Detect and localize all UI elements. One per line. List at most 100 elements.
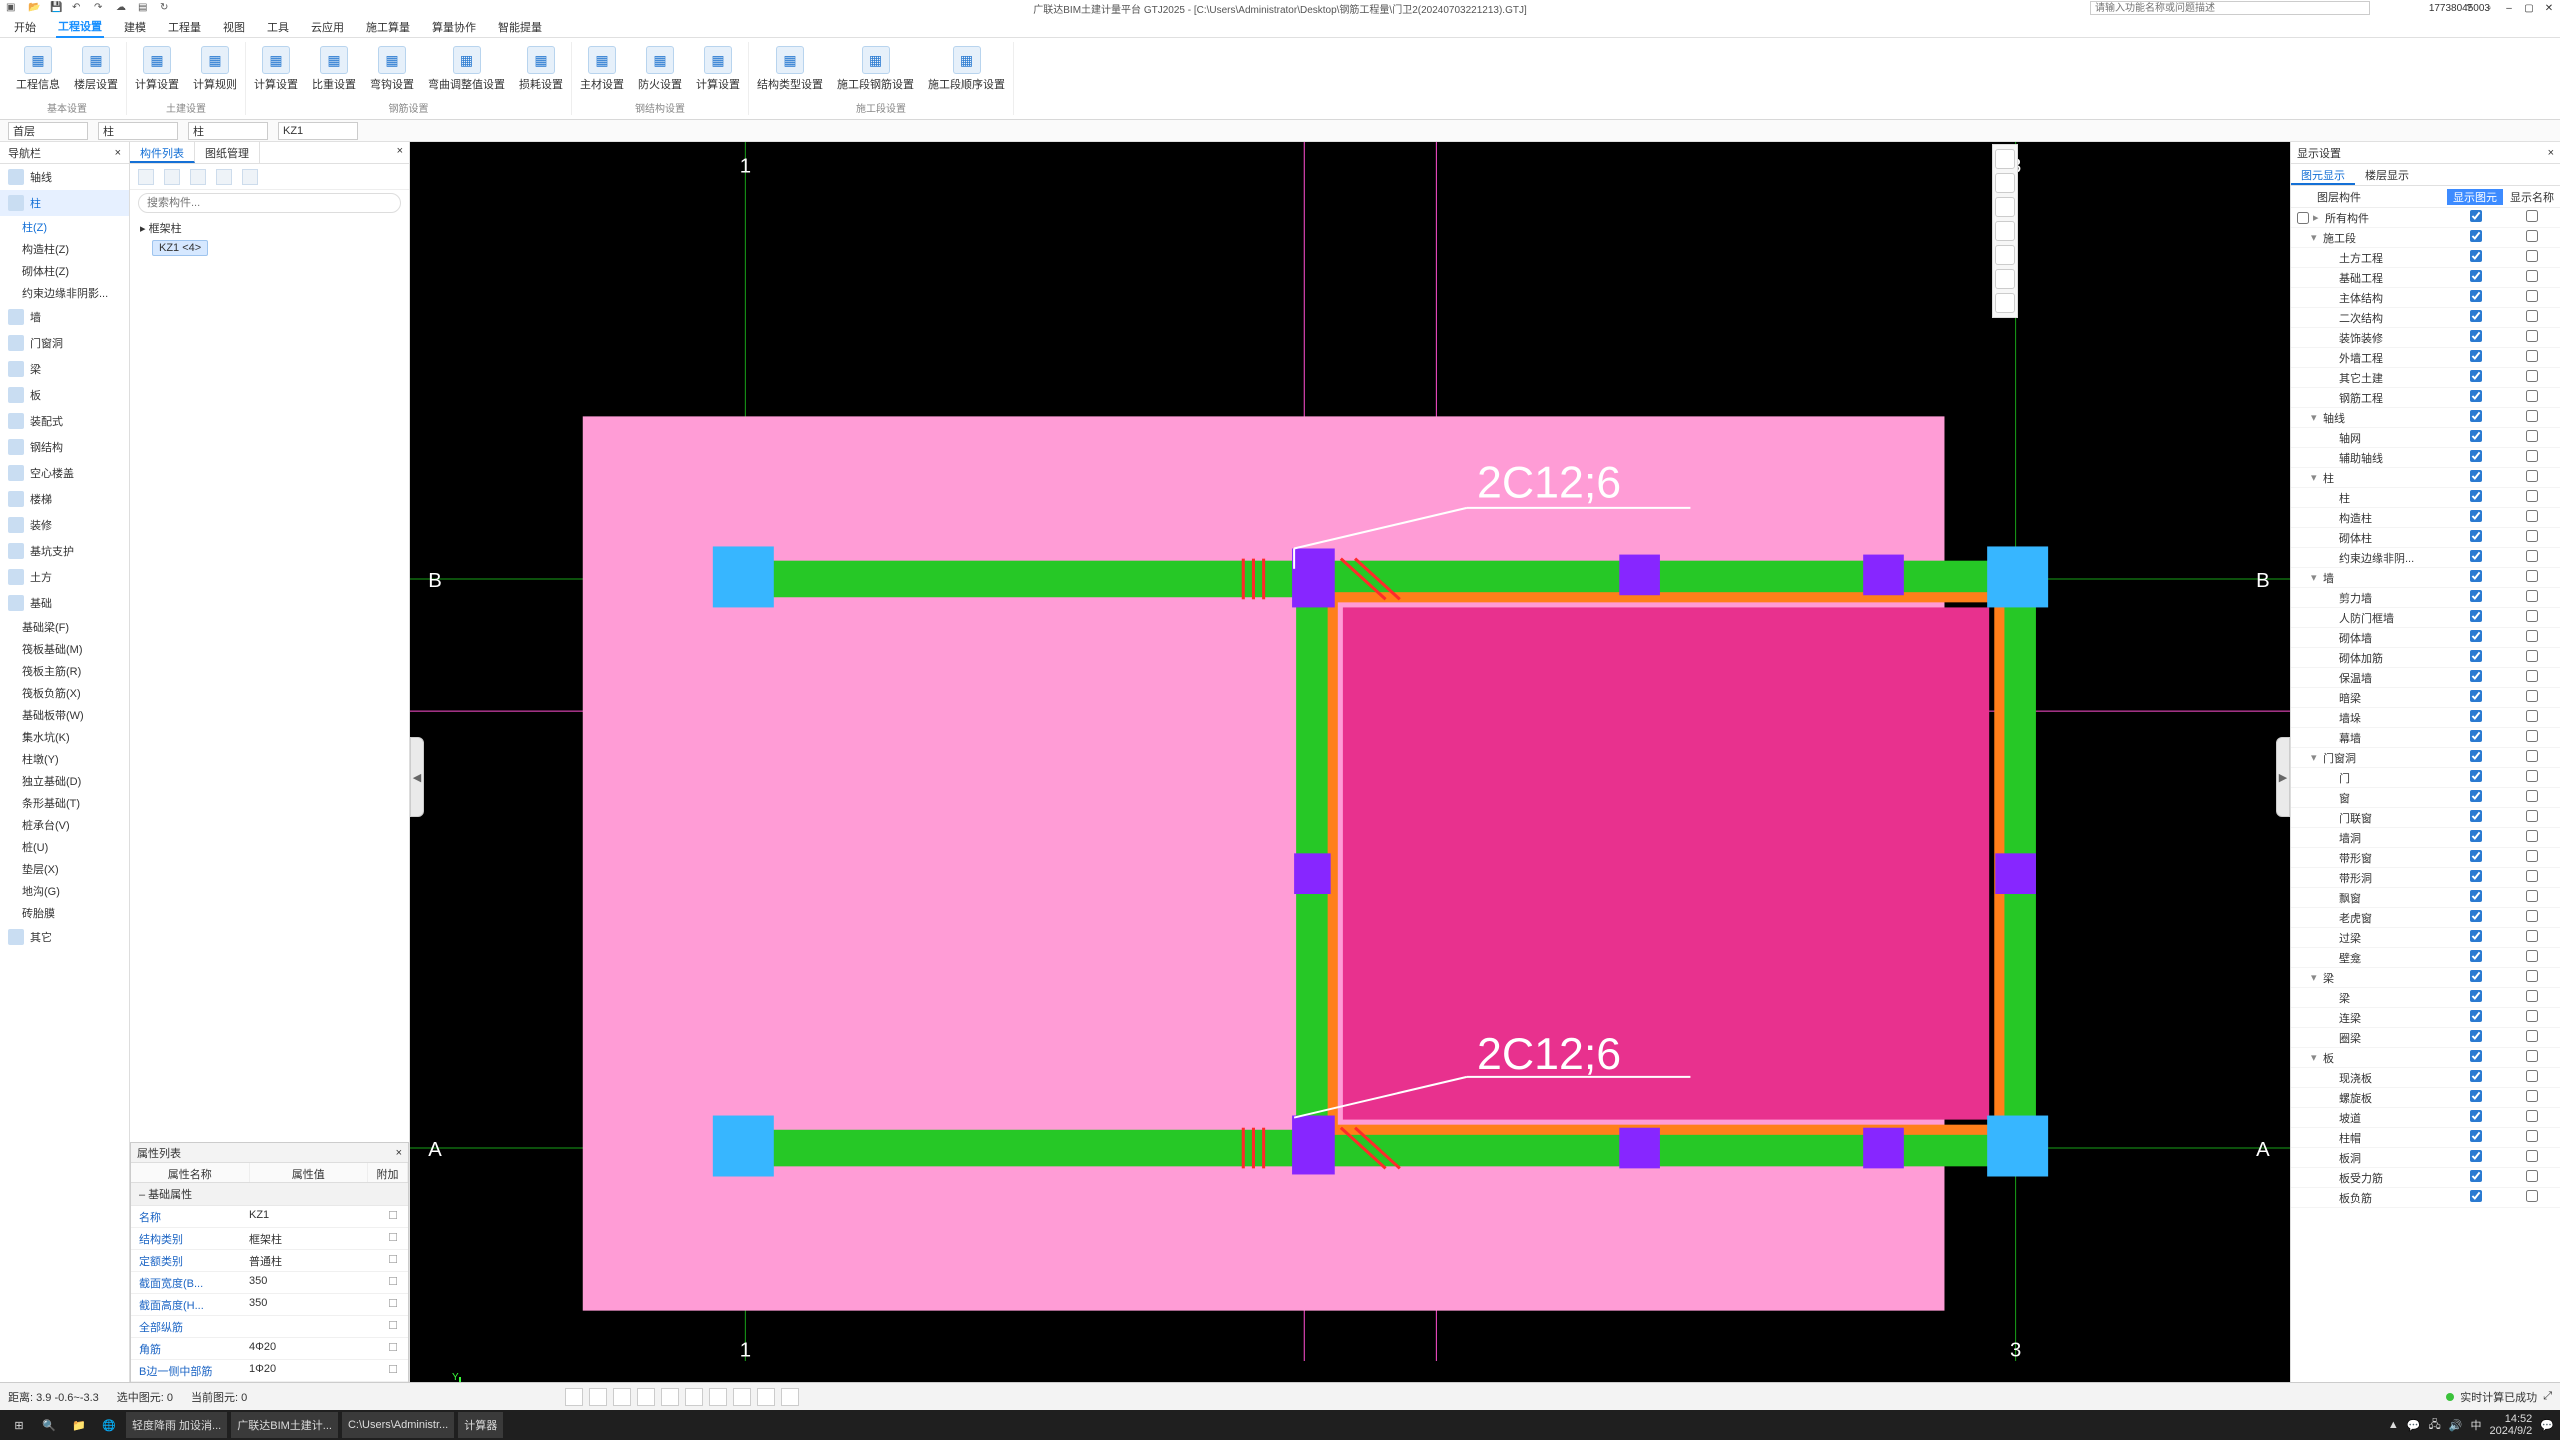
show-element-checkbox[interactable] [2470, 910, 2482, 922]
nav-panel-close-icon[interactable]: × [115, 147, 121, 159]
display-row-43[interactable]: 现浇板 [2291, 1068, 2560, 1088]
start-button[interactable]: ⊞ [6, 1412, 32, 1438]
show-name-checkbox[interactable] [2526, 450, 2538, 462]
snap-tool-5[interactable] [661, 1388, 679, 1406]
delete-component-icon[interactable] [190, 169, 206, 185]
ribbon-btn-3-0[interactable]: ▦主材设置 [580, 46, 624, 92]
display-row-46[interactable]: 柱帽 [2291, 1128, 2560, 1148]
tree-toggle-icon[interactable]: ▾ [2311, 971, 2321, 984]
ribbon-tab-4[interactable]: 视图 [221, 17, 247, 37]
show-name-checkbox[interactable] [2526, 630, 2538, 642]
ribbon-btn-3-2[interactable]: ▦计算设置 [696, 46, 740, 92]
display-row-7[interactable]: 外墙工程 [2291, 348, 2560, 368]
snap-tool-8[interactable] [733, 1388, 751, 1406]
nav-subitem-1-2[interactable]: 砌体柱(Z) [0, 260, 129, 282]
show-element-checkbox[interactable] [2470, 430, 2482, 442]
show-element-checkbox[interactable] [2470, 590, 2482, 602]
show-element-checkbox[interactable] [2470, 830, 2482, 842]
show-name-checkbox[interactable] [2526, 350, 2538, 362]
show-name-checkbox[interactable] [2526, 230, 2538, 242]
nav-item-11[interactable]: 基坑支护 [0, 538, 129, 564]
ribbon-tab-9[interactable]: 智能提量 [496, 17, 544, 37]
show-element-checkbox[interactable] [2470, 450, 2482, 462]
prop-value[interactable]: 350 [241, 1294, 378, 1315]
prop-value[interactable]: 1Φ20 [241, 1360, 378, 1381]
snap-tool-4[interactable] [637, 1388, 655, 1406]
prop-value[interactable]: 框架柱 [241, 1228, 378, 1249]
show-element-checkbox[interactable] [2470, 1030, 2482, 1042]
qat-redo-icon[interactable]: ↷ [94, 2, 106, 14]
prop-extra[interactable]: ☐ [378, 1272, 408, 1293]
show-element-checkbox[interactable] [2470, 690, 2482, 702]
show-name-checkbox[interactable] [2526, 1010, 2538, 1022]
display-row-22[interactable]: 砌体加筋 [2291, 648, 2560, 668]
show-name-checkbox[interactable] [2526, 970, 2538, 982]
ribbon-tab-0[interactable]: 开始 [12, 17, 38, 37]
snap-tool-6[interactable] [685, 1388, 703, 1406]
global-search-input[interactable] [2090, 1, 2370, 15]
tree-toggle-icon[interactable]: ▾ [2311, 571, 2321, 584]
show-name-checkbox[interactable] [2526, 990, 2538, 1002]
copy-component-icon[interactable] [164, 169, 180, 185]
qat-display-icon[interactable]: ▤ [138, 2, 150, 14]
subcategory-select[interactable]: 柱 [188, 122, 268, 140]
display-row-26[interactable]: 幕墙 [2291, 728, 2560, 748]
nav-item-9[interactable]: 楼梯 [0, 486, 129, 512]
show-element-checkbox[interactable] [2470, 630, 2482, 642]
show-name-checkbox[interactable] [2526, 930, 2538, 942]
display-row-40[interactable]: 连梁 [2291, 1008, 2560, 1028]
snap-tool-7[interactable] [709, 1388, 727, 1406]
show-element-checkbox[interactable] [2470, 490, 2482, 502]
show-element-checkbox[interactable] [2470, 810, 2482, 822]
nav-subitem-13-12[interactable]: 地沟(G) [0, 880, 129, 902]
tray-icon-1[interactable]: ▲ [2388, 1419, 2399, 1431]
show-element-checkbox[interactable] [2470, 530, 2482, 542]
show-name-checkbox[interactable] [2526, 890, 2538, 902]
show-element-checkbox[interactable] [2470, 650, 2482, 662]
minimize-icon[interactable]: – [2504, 3, 2514, 14]
display-row-42[interactable]: ▾板 [2291, 1048, 2560, 1068]
show-name-checkbox[interactable] [2526, 730, 2538, 742]
display-row-31[interactable]: 墙洞 [2291, 828, 2560, 848]
tray-icon-net[interactable]: 🖧 [2429, 1416, 2441, 1435]
show-element-checkbox[interactable] [2470, 930, 2482, 942]
col-show-name[interactable]: 显示名称 [2504, 189, 2560, 205]
display-row-38[interactable]: ▾梁 [2291, 968, 2560, 988]
ribbon-btn-4-2[interactable]: ▦施工段顺序设置 [928, 46, 1005, 92]
nav-item-0[interactable]: 轴线 [0, 164, 129, 190]
vp-tool-5[interactable] [1995, 245, 2015, 265]
tree-toggle-icon[interactable]: ▾ [2311, 1051, 2321, 1064]
display-row-18[interactable]: ▾墙 [2291, 568, 2560, 588]
component-panel-close-icon[interactable]: × [391, 142, 409, 163]
show-name-checkbox[interactable] [2526, 670, 2538, 682]
display-row-16[interactable]: 砌体柱 [2291, 528, 2560, 548]
show-name-checkbox[interactable] [2526, 850, 2538, 862]
show-element-checkbox[interactable] [2470, 310, 2482, 322]
ribbon-btn-0-1[interactable]: ▦楼层设置 [74, 46, 118, 92]
ribbon-tab-2[interactable]: 建模 [122, 17, 148, 37]
nav-subitem-13-8[interactable]: 条形基础(T) [0, 792, 129, 814]
show-element-checkbox[interactable] [2470, 850, 2482, 862]
display-row-10[interactable]: ▾轴线 [2291, 408, 2560, 428]
prop-row-3[interactable]: 截面宽度(B...350☐ [131, 1272, 408, 1294]
show-element-checkbox[interactable] [2470, 510, 2482, 522]
show-element-checkbox[interactable] [2470, 870, 2482, 882]
nav-item-7[interactable]: 钢结构 [0, 434, 129, 460]
nav-subitem-13-0[interactable]: 基础梁(F) [0, 616, 129, 638]
display-row-5[interactable]: 二次结构 [2291, 308, 2560, 328]
ribbon-tab-6[interactable]: 云应用 [309, 17, 346, 37]
ribbon-btn-4-1[interactable]: ▦施工段钢筋设置 [837, 46, 914, 92]
show-element-checkbox[interactable] [2470, 270, 2482, 282]
show-name-checkbox[interactable] [2526, 570, 2538, 582]
show-name-checkbox[interactable] [2526, 550, 2538, 562]
prop-value[interactable]: 普通柱 [241, 1250, 378, 1271]
nav-item-8[interactable]: 空心楼盖 [0, 460, 129, 486]
show-name-checkbox[interactable] [2526, 530, 2538, 542]
maximize-icon[interactable]: ▢ [2524, 3, 2534, 14]
show-name-checkbox[interactable] [2526, 1190, 2538, 1202]
ribbon-btn-3-1[interactable]: ▦防火设置 [638, 46, 682, 92]
nav-subitem-13-5[interactable]: 集水坑(K) [0, 726, 129, 748]
tree-toggle-icon[interactable]: ▸ [2313, 211, 2323, 224]
tree-toggle-icon[interactable]: ▾ [2311, 751, 2321, 764]
show-name-checkbox[interactable] [2526, 270, 2538, 282]
